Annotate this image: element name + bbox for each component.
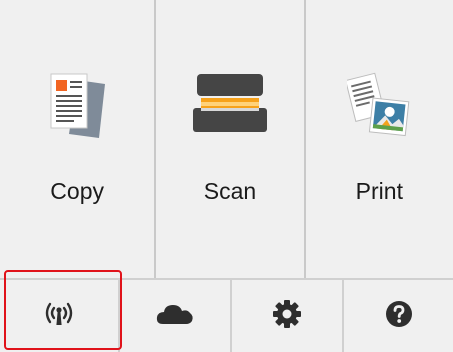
scan-tile[interactable]: Scan — [156, 0, 306, 278]
settings-button[interactable] — [232, 280, 344, 352]
function-tiles: Copy Scan Print — [0, 0, 453, 278]
printer-home-screen: Copy Scan Print — [0, 0, 453, 352]
question-mark-icon — [385, 300, 413, 333]
gear-icon — [272, 299, 302, 334]
wireless-lan-icon — [42, 301, 76, 332]
bottom-toolbar — [0, 278, 453, 352]
copy-label: Copy — [50, 178, 104, 204]
copy-tile[interactable]: Copy — [0, 0, 157, 278]
cloud-button[interactable] — [120, 280, 232, 352]
wireless-lan-button[interactable] — [0, 280, 120, 352]
print-label: Print — [355, 178, 403, 204]
help-button[interactable] — [344, 280, 453, 352]
cloud-icon — [155, 302, 195, 331]
print-tile[interactable]: Print — [305, 0, 453, 278]
print-photo-icon — [345, 70, 411, 145]
scanner-icon — [189, 72, 271, 139]
scan-label: Scan — [203, 178, 257, 204]
copy-document-icon — [47, 70, 107, 145]
